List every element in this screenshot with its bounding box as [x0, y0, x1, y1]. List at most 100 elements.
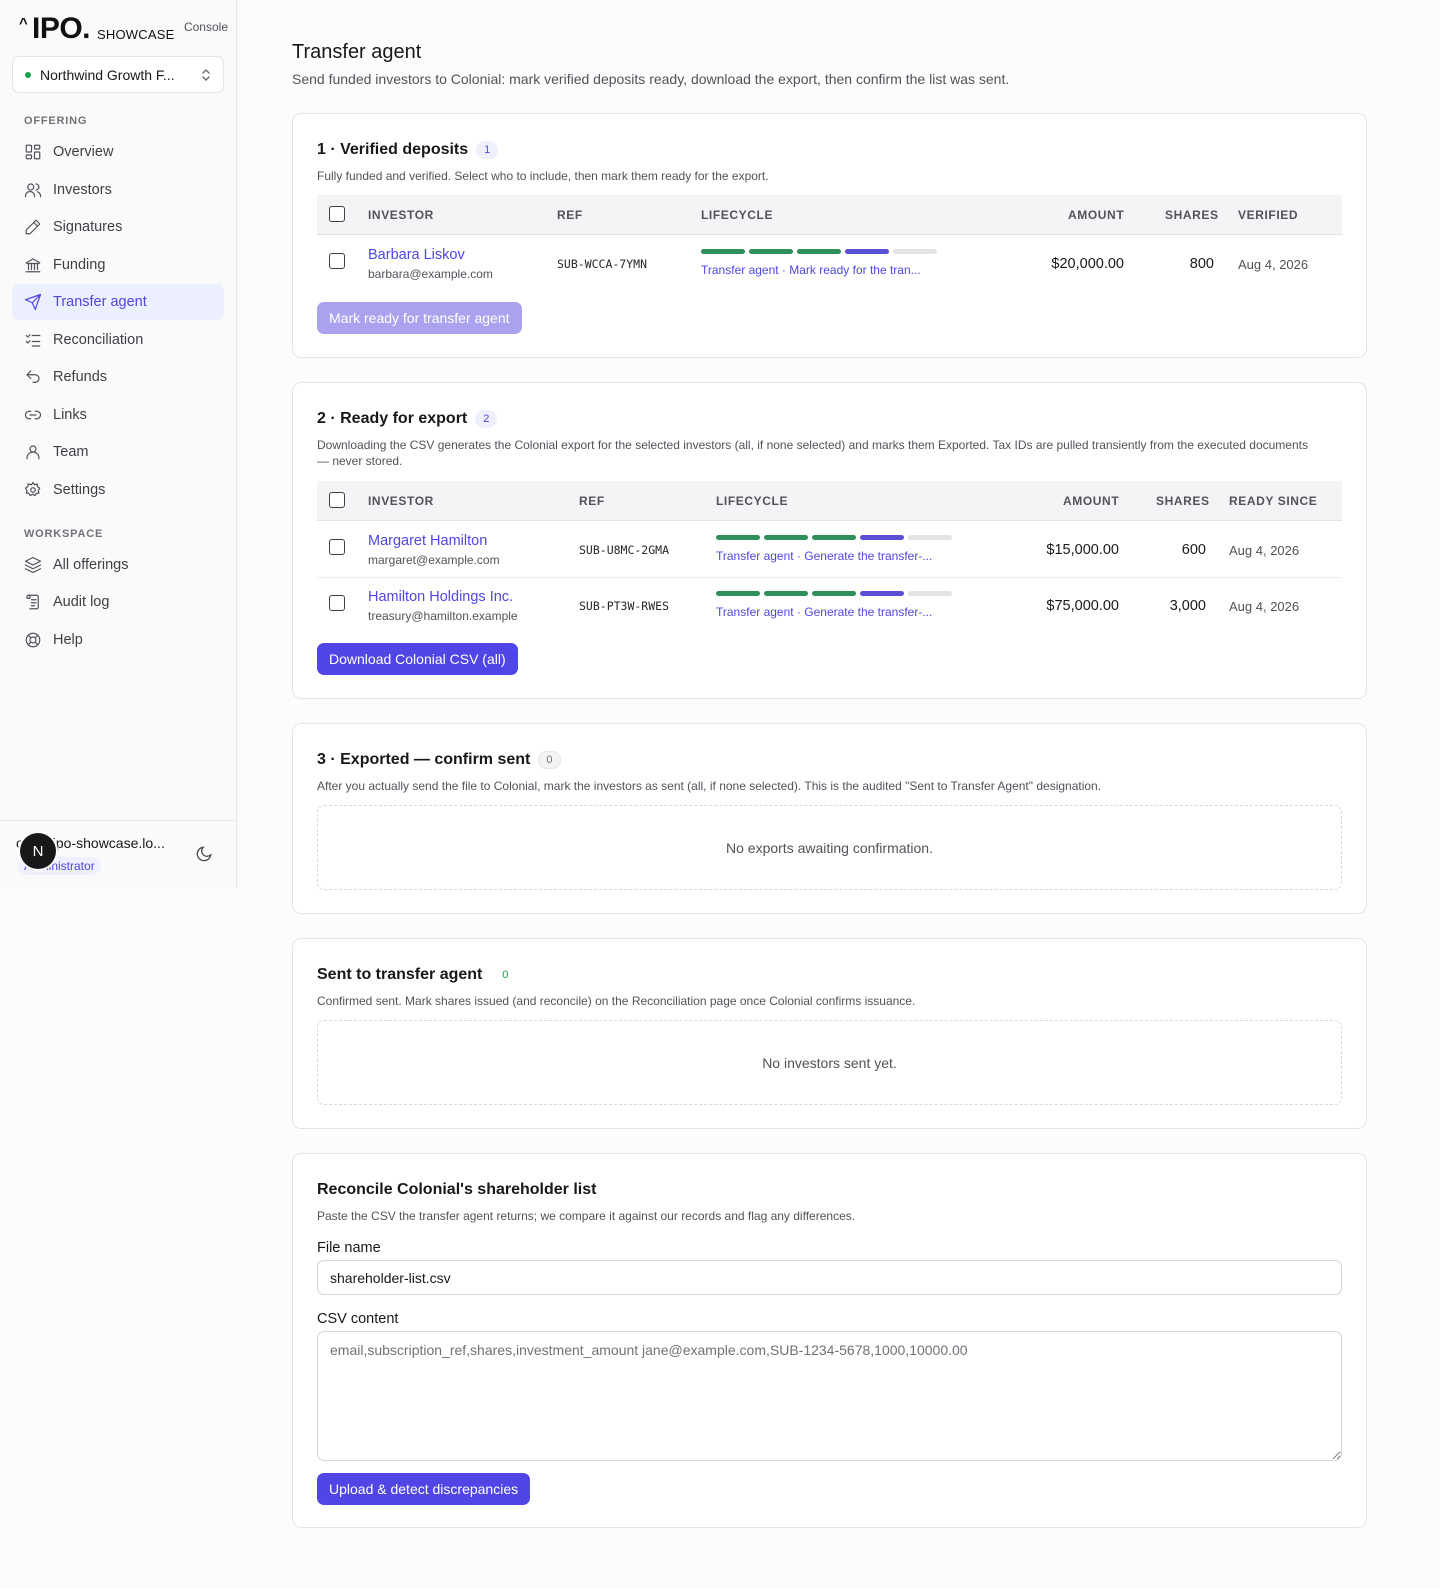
sidebar-item-funding[interactable]: Funding — [12, 247, 224, 283]
col-lifecycle: LIFECYCLE — [716, 494, 789, 508]
sidebar-item-label: Signatures — [53, 219, 123, 235]
csv-content-label: CSV content — [317, 1311, 399, 1327]
count-badge: 2 — [475, 410, 498, 428]
sidebar-item-signatures[interactable]: Signatures — [12, 209, 224, 245]
empty-state: No exports awaiting confirmation. — [317, 805, 1342, 890]
download-csv-button[interactable]: Download Colonial CSV (all) — [317, 643, 518, 675]
col-investor: INVESTOR — [368, 208, 434, 222]
scroll-icon — [26, 594, 39, 610]
progress-step — [908, 591, 952, 596]
progress-step — [764, 535, 808, 540]
sidebar-item-audit-log[interactable]: Audit log — [12, 584, 224, 620]
shares: 600 — [1181, 542, 1206, 558]
investor-email: treasury@hamilton.example — [368, 609, 518, 623]
investor-email: margaret@example.com — [368, 553, 500, 567]
offering-switcher[interactable]: Northwind Growth F... — [12, 56, 224, 93]
count-badge: 1 — [476, 141, 499, 159]
sidebar-item-all-offerings[interactable]: All offerings — [12, 547, 224, 583]
sidebar-item-links[interactable]: Links — [12, 397, 224, 433]
row-checkbox[interactable] — [329, 253, 345, 269]
sidebar-item-team[interactable]: Team — [12, 434, 224, 470]
sidebar-item-label: Team — [53, 444, 89, 460]
sidebar-item-refunds[interactable]: Refunds — [12, 359, 224, 395]
lifecycle-progress — [716, 535, 952, 540]
verified-date: Aug 4, 2026 — [1238, 257, 1309, 272]
users-icon — [24, 183, 42, 198]
brand-logo[interactable]: ^ IPO. SHOWCASE Console — [18, 12, 228, 46]
nav-section-workspace: WORKSPACE — [24, 528, 104, 540]
investor-name-link[interactable]: Barbara Liskov — [368, 247, 465, 263]
investor-name-link[interactable]: Hamilton Holdings Inc. — [368, 589, 513, 605]
section-description: Fully funded and verified. Select who to… — [317, 169, 769, 183]
sidebar-item-reconciliation[interactable]: Reconciliation — [12, 322, 224, 358]
moon-icon — [196, 846, 212, 862]
lifecycle-link[interactable]: Transfer agent · Generate the transfer-.… — [716, 549, 956, 563]
nav-section-offering: OFFERING — [24, 115, 88, 127]
table-row: Hamilton Holdings Inc. treasury@hamilton… — [317, 578, 1342, 634]
progress-step — [701, 249, 745, 254]
empty-state: No investors sent yet. — [317, 1020, 1342, 1105]
section-title-text: Reconcile Colonial's shareholder list — [317, 1181, 597, 1198]
shares: 800 — [1189, 256, 1214, 272]
mark-ready-button[interactable]: Mark ready for transfer agent — [317, 302, 522, 334]
brand-caret: ^ — [19, 15, 28, 32]
section-title-text: Sent to transfer agent — [317, 966, 483, 983]
sidebar: ^ IPO. SHOWCASE Console Northwind Growth… — [0, 0, 237, 888]
chevron-up-down-icon — [201, 68, 211, 82]
progress-step — [860, 535, 904, 540]
sidebar-item-settings[interactable]: Settings — [12, 472, 224, 508]
pen-icon — [25, 219, 41, 235]
count-badge: 0 — [502, 969, 509, 981]
sidebar-item-investors[interactable]: Investors — [12, 172, 224, 208]
theme-toggle-button[interactable] — [195, 845, 215, 865]
avatar[interactable]: N — [20, 833, 56, 869]
section-title: 2 · Ready for export 2 — [317, 410, 498, 428]
section-description: After you actually send the file to Colo… — [317, 779, 1102, 793]
verified-table: INVESTOR REF LIFECYCLE AMOUNT SHARES VER… — [317, 195, 1342, 292]
col-amount: AMOUNT — [1063, 494, 1120, 508]
lifecycle-link[interactable]: Transfer agent · Generate the transfer-.… — [716, 605, 956, 619]
progress-step — [812, 535, 856, 540]
amount: $15,000.00 — [1046, 542, 1119, 558]
progress-step — [908, 535, 952, 540]
shares: 3,000 — [1169, 598, 1206, 614]
subscription-ref: SUB-WCCA-7YMN — [557, 257, 648, 271]
ready-for-export-card: 2 · Ready for export 2 Downloading the C… — [292, 382, 1367, 699]
row-checkbox[interactable] — [329, 539, 345, 555]
amount: $75,000.00 — [1046, 598, 1119, 614]
section-title: 1 · Verified deposits 1 — [317, 141, 499, 159]
col-verified: VERIFIED — [1238, 208, 1299, 222]
lifecycle-link[interactable]: Transfer agent · Mark ready for the tran… — [701, 263, 941, 277]
col-shares: SHARES — [1156, 494, 1210, 508]
sidebar-item-transfer-agent[interactable]: Transfer agent — [12, 284, 224, 320]
sidebar-item-overview[interactable]: Overview — [12, 134, 224, 170]
file-name-label: File name — [317, 1240, 381, 1256]
section-title: 3 · Exported — confirm sent 0 — [317, 751, 561, 769]
file-name-input[interactable] — [317, 1260, 1342, 1295]
csv-content-textarea[interactable] — [317, 1331, 1342, 1461]
sidebar-item-label: Funding — [53, 257, 106, 273]
sidebar-item-label: Overview — [53, 144, 114, 160]
undo-icon — [26, 370, 40, 383]
offering-name: Northwind Growth F... — [40, 66, 175, 83]
exported-card: 3 · Exported — confirm sent 0 After you … — [292, 723, 1367, 914]
progress-step — [716, 591, 760, 596]
select-all-checkbox[interactable] — [329, 492, 345, 508]
lifecycle-progress — [701, 249, 937, 254]
list-checks-icon — [25, 334, 41, 347]
sidebar-item-help[interactable]: Help — [12, 622, 224, 658]
section-title-text: 1 · Verified deposits — [317, 141, 469, 158]
progress-step — [716, 535, 760, 540]
upload-detect-button[interactable]: Upload & detect discrepancies — [317, 1473, 531, 1505]
gear-icon — [24, 481, 41, 497]
user-menu[interactable]: ops@ipo-showcase.lo... N Administrator — [0, 820, 237, 888]
progress-step — [764, 591, 808, 596]
section-description: Downloading the CSV generates the Coloni… — [317, 438, 1308, 468]
bank-icon — [25, 258, 41, 273]
subscription-ref: SUB-PT3W-RWES — [579, 599, 670, 613]
row-checkbox[interactable] — [329, 595, 345, 611]
investor-name-link[interactable]: Margaret Hamilton — [368, 533, 487, 549]
select-all-checkbox[interactable] — [329, 206, 345, 222]
progress-step — [845, 249, 889, 254]
sidebar-item-label: Transfer agent — [53, 294, 147, 310]
